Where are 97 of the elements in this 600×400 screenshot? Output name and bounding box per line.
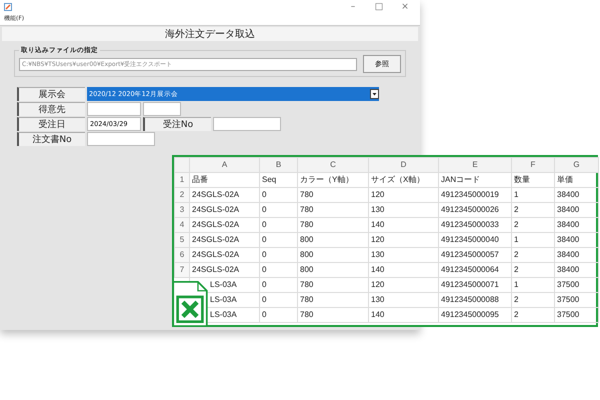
- table-cell: 4912345000057: [438, 248, 512, 262]
- row-number: 4: [174, 218, 190, 232]
- table-cell: 140: [368, 262, 438, 278]
- table-cell: 120: [368, 232, 438, 248]
- table-cell: 0: [260, 262, 298, 278]
- table-cell: 38400: [554, 188, 598, 202]
- table-cell: 4912345000026: [438, 202, 512, 218]
- screen-title: 海外注文データ取込: [2, 27, 418, 41]
- table-cell: 2: [512, 202, 554, 218]
- column-header: C: [298, 158, 368, 172]
- table-cell: 24SGLS-02A: [190, 218, 260, 232]
- table-cell: JANコード: [438, 172, 512, 188]
- row-number: 2: [174, 188, 190, 202]
- table-cell: 0: [260, 218, 298, 232]
- table-cell: 4912345000064: [438, 262, 512, 278]
- field-label: 受注日: [17, 117, 85, 131]
- field-label: 注文書No: [17, 132, 85, 146]
- table-cell: 2: [512, 262, 554, 278]
- table-cell: 0: [260, 232, 298, 248]
- table-cell: 24SGLS-02A: [190, 232, 260, 248]
- column-header: F: [512, 158, 554, 172]
- window-control[interactable]: ×: [394, 2, 416, 12]
- corner-cell: [174, 158, 190, 172]
- table-cell: 4912345000095: [438, 308, 512, 322]
- column-header: G: [554, 158, 598, 172]
- table-cell: 120: [368, 188, 438, 202]
- table-cell: 130: [368, 202, 438, 218]
- table-cell: 780: [298, 292, 368, 308]
- table-cell: 1: [512, 278, 554, 292]
- table-cell: 2: [512, 218, 554, 232]
- column-header: D: [368, 158, 438, 172]
- table-cell: 780: [298, 218, 368, 232]
- table-cell: 24SGLS-02A: [190, 188, 260, 202]
- table-cell: 38400: [554, 218, 598, 232]
- column-header: E: [438, 158, 512, 172]
- table-cell: 0: [260, 278, 298, 292]
- table-cell: 38400: [554, 232, 598, 248]
- table-cell: 4912345000040: [438, 232, 512, 248]
- row-number: 6: [174, 248, 190, 262]
- table-cell: 800: [298, 248, 368, 262]
- table-cell: 130: [368, 248, 438, 262]
- table-cell: 140: [368, 218, 438, 232]
- table-cell: 120: [368, 278, 438, 292]
- input-field[interactable]: [143, 102, 181, 116]
- table-cell: 0: [260, 292, 298, 308]
- table-cell: 2: [512, 292, 554, 308]
- table-cell: 単価: [554, 172, 598, 188]
- table-cell: 24SGLS-02A: [190, 202, 260, 218]
- table-cell: カラー（Y軸）: [298, 172, 368, 188]
- table-cell: 0: [260, 248, 298, 262]
- input-field[interactable]: [87, 132, 155, 146]
- column-header: B: [260, 158, 298, 172]
- table-cell: 37500: [554, 292, 598, 308]
- column-header: A: [190, 158, 260, 172]
- row-number: 3: [174, 202, 190, 218]
- row-number: 5: [174, 232, 190, 248]
- table-cell: 品番: [190, 172, 260, 188]
- table-cell: 24SGLS-02A: [190, 248, 260, 262]
- table-cell: 38400: [554, 202, 598, 218]
- table-cell: 1: [512, 232, 554, 248]
- table-cell: 24SGLS-02A: [190, 262, 260, 278]
- table-cell: 37500: [554, 278, 598, 292]
- window-control[interactable]: –: [342, 2, 364, 12]
- field-label: 受注No: [143, 117, 211, 131]
- table-cell: 0: [260, 308, 298, 322]
- table-cell: Seq: [260, 172, 298, 188]
- table-cell: 130: [368, 292, 438, 308]
- window-control[interactable]: □: [368, 2, 390, 12]
- input-field[interactable]: [213, 117, 281, 131]
- table-cell: 0: [260, 188, 298, 202]
- table-cell: 1: [512, 188, 554, 202]
- table-cell: 780: [298, 278, 368, 292]
- table-cell: 800: [298, 232, 368, 248]
- app-icon: [4, 3, 12, 11]
- row-number: 1: [174, 172, 190, 188]
- field-label: 展示会: [17, 87, 85, 101]
- table-cell: 780: [298, 188, 368, 202]
- table-cell: 2: [512, 308, 554, 322]
- field-label: 得意先: [17, 102, 85, 116]
- input-field[interactable]: [87, 102, 141, 116]
- table-cell: 4912345000019: [438, 188, 512, 202]
- table-cell: 数量: [512, 172, 554, 188]
- table-cell: 140: [368, 308, 438, 322]
- table-cell: 4912345000071: [438, 278, 512, 292]
- row-number: 7: [174, 262, 190, 278]
- table-cell: 800: [298, 262, 368, 278]
- table-cell: 38400: [554, 262, 598, 278]
- table-cell: 4912345000088: [438, 292, 512, 308]
- table-cell: 2: [512, 248, 554, 262]
- table-cell: 780: [298, 202, 368, 218]
- table-cell: 0: [260, 202, 298, 218]
- table-cell: 37500: [554, 308, 598, 322]
- table-cell: 4912345000033: [438, 218, 512, 232]
- table-cell: 38400: [554, 248, 598, 262]
- table-cell: サイズ（X軸）: [368, 172, 438, 188]
- table-cell: 780: [298, 308, 368, 322]
- caret-icon: [370, 89, 379, 99]
